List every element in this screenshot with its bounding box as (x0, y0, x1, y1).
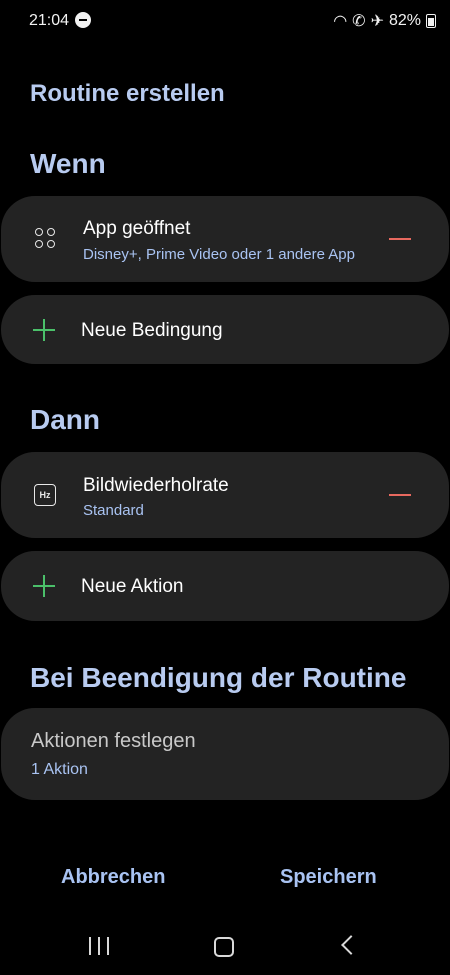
plus-icon (33, 319, 55, 341)
navigation-bar (0, 920, 450, 975)
status-time: 21:04 (29, 12, 70, 29)
wifi-calling-icon: ✆ (352, 13, 366, 30)
do-not-disturb-icon (75, 12, 91, 28)
cancel-button[interactable]: Abbrechen (61, 866, 165, 889)
plus-icon (33, 575, 55, 597)
battery-percent: 82% (388, 12, 421, 29)
add-action-label: Neue Aktion (81, 576, 184, 597)
action-subtitle: Standard (83, 502, 144, 519)
status-bar: 21:04 ◠ ✆ ✈ 82% (0, 0, 450, 42)
save-button[interactable]: Speichern (280, 866, 377, 889)
section-heading-end: Bei Beendigung der Routine (30, 662, 407, 693)
remove-condition-button[interactable] (389, 238, 411, 240)
condition-app-opened[interactable]: App geöffnet Disney+, Prime Video oder 1… (1, 196, 449, 282)
add-condition-label: Neue Bedingung (81, 320, 223, 341)
status-icons: ◠ ✆ ✈ 82% (333, 11, 436, 31)
remove-action-button[interactable] (389, 494, 411, 496)
back-icon[interactable] (341, 935, 361, 955)
airplane-icon: ✈ (370, 13, 384, 30)
section-heading-wenn: Wenn (30, 148, 106, 179)
add-action-button[interactable]: Neue Aktion (1, 551, 449, 621)
wifi-icon: ◠ (333, 13, 348, 30)
home-icon[interactable] (214, 937, 234, 957)
condition-subtitle: Disney+, Prime Video oder 1 andere App (83, 246, 355, 263)
recent-apps-icon[interactable] (89, 937, 109, 955)
end-actions-card[interactable]: Aktionen festlegen 1 Aktion (1, 708, 449, 800)
battery-icon (426, 14, 436, 28)
action-title: Bildwiederholrate (83, 475, 229, 496)
condition-title: App geöffnet (83, 218, 191, 239)
add-condition-button[interactable]: Neue Bedingung (1, 295, 449, 364)
page-title: Routine erstellen (30, 80, 225, 107)
apps-icon (35, 228, 57, 250)
action-refresh-rate[interactable]: Hz Bildwiederholrate Standard (1, 452, 449, 538)
end-actions-title: Aktionen festlegen (31, 730, 196, 752)
refresh-rate-icon: Hz (34, 484, 56, 506)
end-actions-subtitle: 1 Aktion (31, 761, 88, 778)
section-heading-dann: Dann (30, 404, 100, 435)
